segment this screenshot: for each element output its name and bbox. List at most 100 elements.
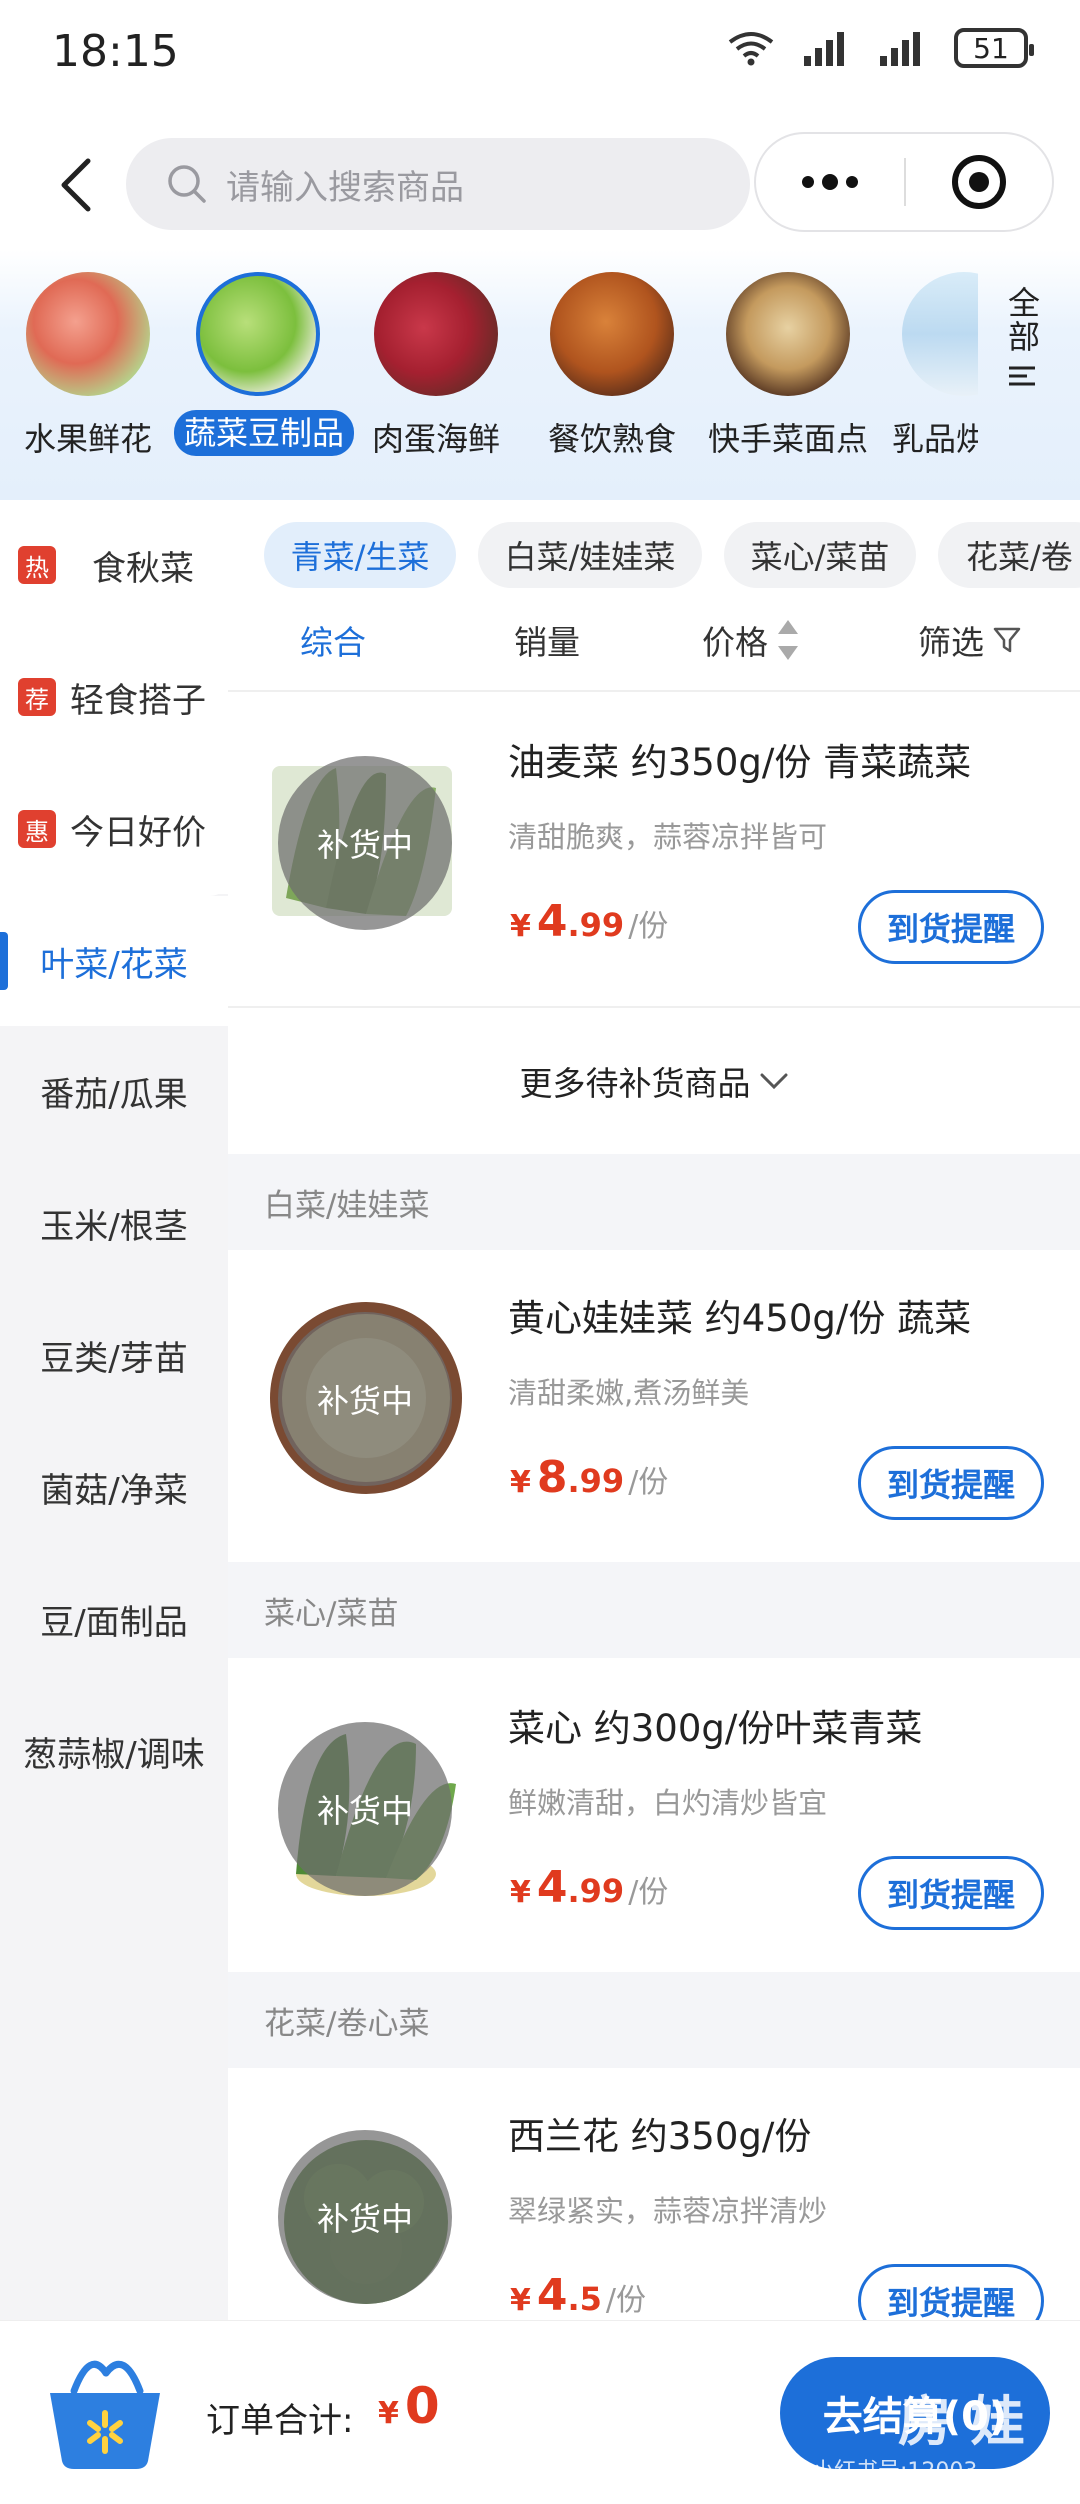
- filter-icon: [993, 627, 1021, 653]
- restock-notify-button[interactable]: 到货提醒: [858, 890, 1044, 964]
- sidebar-item-mushrooms[interactable]: 菌菇/净菜: [0, 1422, 228, 1552]
- category-image: [550, 272, 674, 396]
- price-unit: /份: [628, 1875, 669, 1910]
- sidebar-item-label: 食秋菜: [92, 548, 194, 589]
- category-meat-eggs-seafood[interactable]: 肉蛋海鲜: [350, 268, 530, 468]
- target-icon: [952, 155, 1006, 209]
- price-decimal: .5: [567, 2280, 602, 2318]
- close-button[interactable]: [906, 134, 1052, 230]
- sort-label: 销量: [514, 623, 580, 662]
- restock-notify-button[interactable]: 到货提醒: [858, 1446, 1044, 1520]
- chip-cauliflower[interactable]: 花菜/卷: [938, 522, 1080, 588]
- sidebar-item-label: 轻食搭子: [70, 680, 206, 721]
- sort-filter[interactable]: 筛选: [918, 606, 1022, 674]
- price-integer: 4: [536, 2270, 568, 2320]
- order-total-value: ¥ 0: [378, 2377, 440, 2435]
- category-label: 水果鲜花: [23, 420, 152, 458]
- product-card[interactable]: 补货中 西兰花 约350g/份 翠绿紧实，蒜蓉凉拌清炒 ¥ 4 .5 /份 到货…: [228, 2070, 1080, 2320]
- more-dots-icon: [802, 174, 858, 190]
- signal-icon-2: [880, 32, 920, 66]
- section-header-cauliflower: 花菜/卷心菜: [228, 1972, 1080, 2068]
- product-name: 油麦菜 约350g/份 青菜蔬菜: [508, 741, 972, 784]
- restock-overlay: 补货中: [278, 2130, 452, 2304]
- product-card[interactable]: 补货中 黄心娃娃菜 约450g/份 蔬菜 清甜柔嫩,煮汤鲜美 ¥ 8 .99 /…: [228, 1252, 1080, 1552]
- order-total-label: 订单合计:: [206, 2401, 354, 2441]
- search-input[interactable]: 请输入搜索商品: [126, 138, 750, 230]
- category-dairy-bakery[interactable]: 乳品烘: [878, 268, 978, 468]
- price-integer: 4: [536, 1862, 568, 1913]
- watermark-logo: 房 娃: [898, 2390, 1025, 2453]
- sidebar-item-label: 葱蒜椒/调味: [23, 1734, 205, 1775]
- product-card[interactable]: 补货中 油麦菜 约350g/份 青菜蔬菜 清甜脆爽，蒜蓉凉拌皆可 ¥ 4 .99…: [228, 696, 1080, 996]
- category-bar: 水果鲜花 蔬菜豆制品 肉蛋海鲜 餐饮熟食 快手菜面点 乳品烘 全部: [0, 268, 1080, 478]
- product-description: 鲜嫩清甜，白灼清炒皆宜: [508, 1786, 828, 1820]
- wifi-icon: [728, 32, 774, 66]
- sort-row: 综合 销量 价格 筛选: [228, 606, 1080, 674]
- sidebar-item-corn-roots[interactable]: 玉米/根茎: [0, 1158, 228, 1288]
- search-icon: [168, 165, 206, 203]
- product-name: 菜心 约300g/份叶菜青菜: [508, 1707, 923, 1750]
- status-bar: 18:15 51: [0, 0, 1080, 100]
- product-description: 翠绿紧实，蒜蓉凉拌清炒: [508, 2194, 828, 2228]
- status-icons: 51: [726, 28, 1034, 68]
- shopping-basket-icon[interactable]: [40, 2343, 170, 2473]
- price-decimal: .99: [567, 906, 625, 944]
- chip-label: 青菜/生菜: [290, 538, 430, 576]
- sidebar-item-leafy-vegetables[interactable]: 叶菜/花菜: [0, 896, 228, 1026]
- sort-comprehensive[interactable]: 综合: [300, 606, 366, 674]
- sidebar-item-bean-flour-products[interactable]: 豆/面制品: [0, 1554, 228, 1684]
- price-unit: /份: [628, 909, 669, 944]
- category-all-button[interactable]: 全部: [986, 286, 1058, 436]
- more-button[interactable]: [756, 134, 904, 230]
- price-unit: /份: [628, 1465, 669, 1500]
- restock-notify-button[interactable]: 到货提醒: [858, 2264, 1044, 2320]
- more-restock-button[interactable]: 更多待补货商品: [228, 1008, 1080, 1154]
- sort-label: 综合: [300, 623, 366, 662]
- chip-label: 白菜/娃娃菜: [504, 538, 676, 576]
- sidebar-item-autumn-vegetables[interactable]: 热 食秋菜: [0, 500, 228, 630]
- divider: [228, 690, 1080, 692]
- restock-overlay: 补货中: [278, 1722, 452, 1896]
- restock-notify-button[interactable]: 到货提醒: [858, 1856, 1044, 1930]
- order-total-amount: 0: [404, 2377, 440, 2435]
- category-quick-dishes[interactable]: 快手菜面点: [702, 268, 882, 468]
- search-placeholder: 请输入搜索商品: [226, 167, 464, 208]
- chip-choy-sum[interactable]: 菜心/菜苗: [724, 522, 916, 588]
- menu-lines-icon: [1009, 366, 1035, 386]
- currency-symbol: ¥: [510, 2283, 531, 2318]
- product-card[interactable]: 补货中 菜心 约300g/份叶菜青菜 鲜嫩清甜，白灼清炒皆宜 ¥ 4 .99 /…: [228, 1662, 1080, 1962]
- price-decimal: .99: [567, 1462, 625, 1500]
- sort-sales[interactable]: 销量: [514, 606, 580, 674]
- category-label: 快手菜面点: [707, 420, 868, 458]
- product-price: ¥ 4 .99 /份: [510, 1862, 668, 1913]
- category-label: 乳品烘: [892, 420, 978, 458]
- category-fruit-flowers[interactable]: 水果鲜花: [2, 268, 182, 468]
- sort-label: 筛选: [918, 623, 984, 662]
- back-button[interactable]: [46, 150, 106, 220]
- watermark-text: 小红书号:12003: [812, 2459, 978, 2484]
- sidebar-item-label: 叶菜/花菜: [40, 944, 188, 985]
- status-time: 18:15: [52, 26, 179, 77]
- product-price: ¥ 4 .5 /份: [510, 2270, 646, 2320]
- sidebar-item-light-meals[interactable]: 荐 轻食搭子: [0, 632, 228, 762]
- chip-label: 花菜/卷: [966, 538, 1073, 576]
- chip-cabbage[interactable]: 白菜/娃娃菜: [478, 522, 702, 588]
- category-vegetables-tofu[interactable]: 蔬菜豆制品: [174, 268, 354, 468]
- sidebar-item-todays-deals[interactable]: 惠 今日好价: [0, 764, 228, 894]
- product-description: 清甜脆爽，蒜蓉凉拌皆可: [508, 820, 828, 854]
- category-image: [374, 272, 498, 396]
- sidebar-item-label: 豆/面制品: [40, 1602, 188, 1643]
- sort-price[interactable]: 价格: [702, 606, 800, 674]
- sidebar-item-beans-sprouts[interactable]: 豆类/芽苗: [0, 1290, 228, 1420]
- sidebar-item-seasonings[interactable]: 葱蒜椒/调味: [0, 1686, 228, 1816]
- battery-level: 51: [973, 31, 1009, 65]
- sidebar-item-label: 今日好价: [70, 812, 206, 853]
- hot-badge: 热: [18, 546, 56, 584]
- category-image: [726, 272, 850, 396]
- sidebar-item-tomatoes-melons[interactable]: 番茄/瓜果: [0, 1026, 228, 1156]
- more-restock-label: 更多待补货商品: [519, 1064, 751, 1103]
- battery-icon: 51: [954, 28, 1034, 68]
- category-image: [26, 272, 150, 396]
- chip-greens-lettuce[interactable]: 青菜/生菜: [264, 522, 456, 588]
- category-deli[interactable]: 餐饮熟食: [526, 268, 706, 468]
